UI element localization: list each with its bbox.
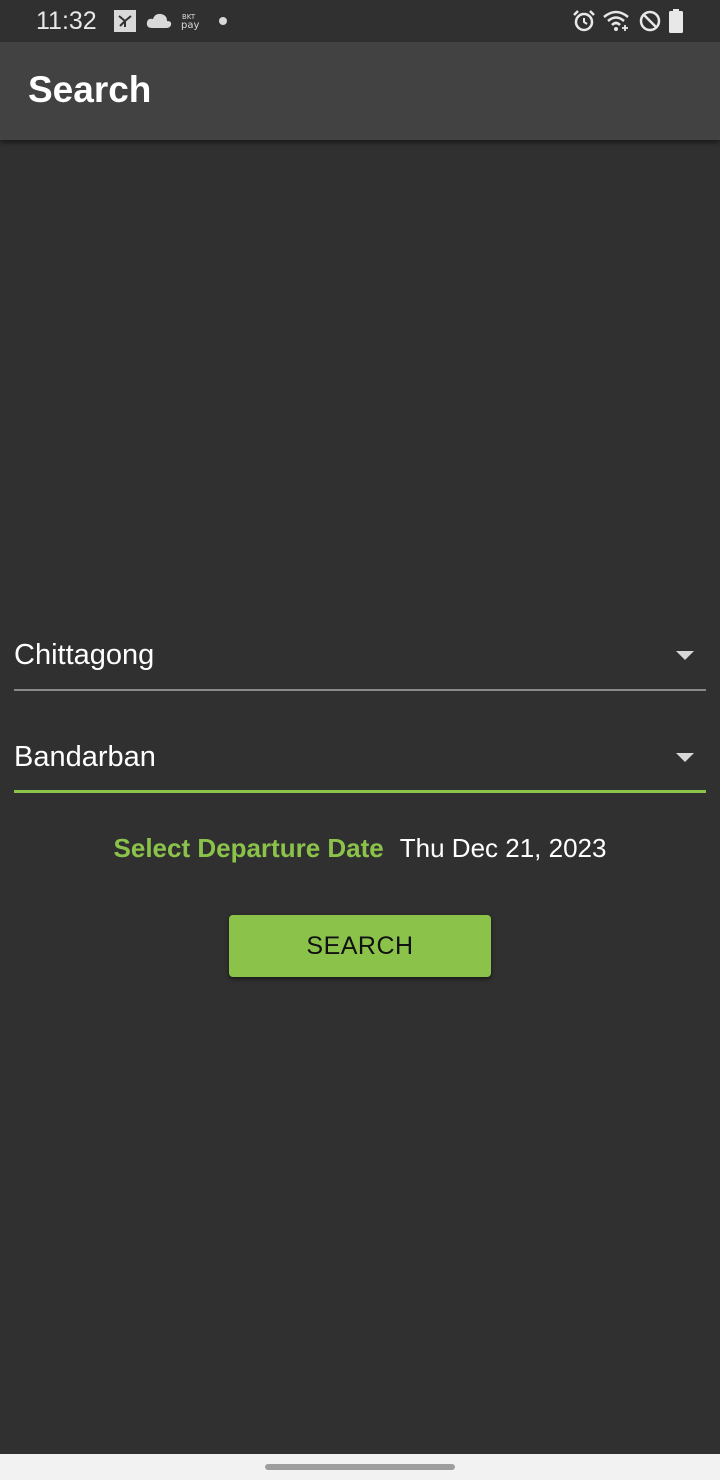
departure-date-row: Select Departure Date Thu Dec 21, 2023 xyxy=(0,830,720,866)
to-location-dropdown[interactable]: Bandarban xyxy=(14,729,706,793)
alarm-icon xyxy=(572,9,596,33)
app-bar: Search xyxy=(0,42,720,140)
from-underline xyxy=(14,689,706,691)
from-location-dropdown[interactable]: Chittagong xyxy=(14,627,706,691)
status-bar: 11:32 BKT pay xyxy=(0,0,720,42)
gesture-handle[interactable] xyxy=(265,1464,455,1470)
cloud-icon xyxy=(146,9,172,33)
page-title: Search xyxy=(28,69,152,110)
navigation-bar xyxy=(0,1454,720,1480)
search-button[interactable]: SEARCH xyxy=(229,915,491,977)
status-time: 11:32 xyxy=(36,7,97,35)
select-departure-date-label[interactable]: Select Departure Date xyxy=(114,831,384,865)
dropdown-arrow-icon xyxy=(676,651,694,660)
from-location-value: Chittagong xyxy=(14,639,155,671)
image-icon xyxy=(114,9,136,33)
to-location-value: Bandarban xyxy=(14,741,156,773)
battery-icon xyxy=(669,9,683,33)
dropdown-arrow-icon xyxy=(676,753,694,762)
notification-dot-icon xyxy=(218,9,228,33)
wifi-icon xyxy=(603,9,631,33)
do-not-disturb-icon xyxy=(638,9,662,33)
pay-icon: BKT pay xyxy=(181,9,203,33)
svg-text:pay: pay xyxy=(181,20,199,31)
to-underline xyxy=(14,790,706,793)
departure-date-value[interactable]: Thu Dec 21, 2023 xyxy=(400,831,607,865)
